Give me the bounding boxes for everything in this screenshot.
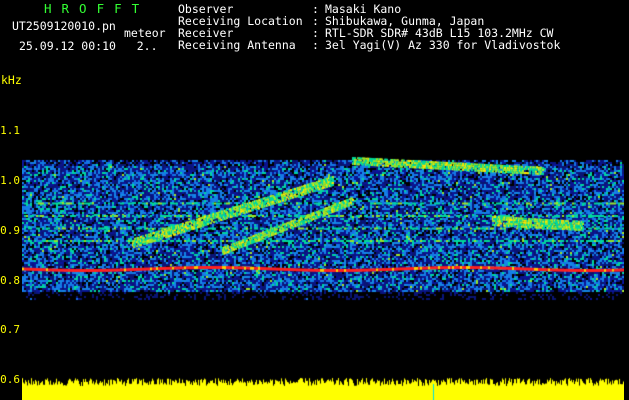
antenna-value: 3el Yagi(V) Az 330 for Vladivostok [325, 38, 561, 52]
freq-tick-1-1: 1.1 [0, 124, 20, 137]
freq-tick-0-6: 0.6 [0, 373, 20, 386]
file-name: UT2509120010.pn [12, 19, 116, 33]
capture-datetime: 25.09.12 00:10 2.. [19, 40, 158, 52]
freq-tick-1-0: 1.0 [0, 174, 20, 187]
detection-label: meteor [124, 26, 166, 40]
freq-tick-0-9: 0.9 [0, 224, 20, 237]
spectrogram [22, 80, 624, 400]
antenna-colon: : [312, 38, 319, 52]
hrofft-title: HROFFT [44, 1, 150, 16]
freq-unit-label: kHz [1, 73, 22, 87]
freq-tick-0-8: 0.8 [0, 274, 20, 287]
counter-text: 2.. [136, 39, 158, 53]
freq-tick-0-7: 0.7 [0, 323, 20, 336]
date-time-text: 25.09.12 00:10 [19, 39, 116, 53]
antenna-label: Receiving Antenna [178, 38, 296, 52]
